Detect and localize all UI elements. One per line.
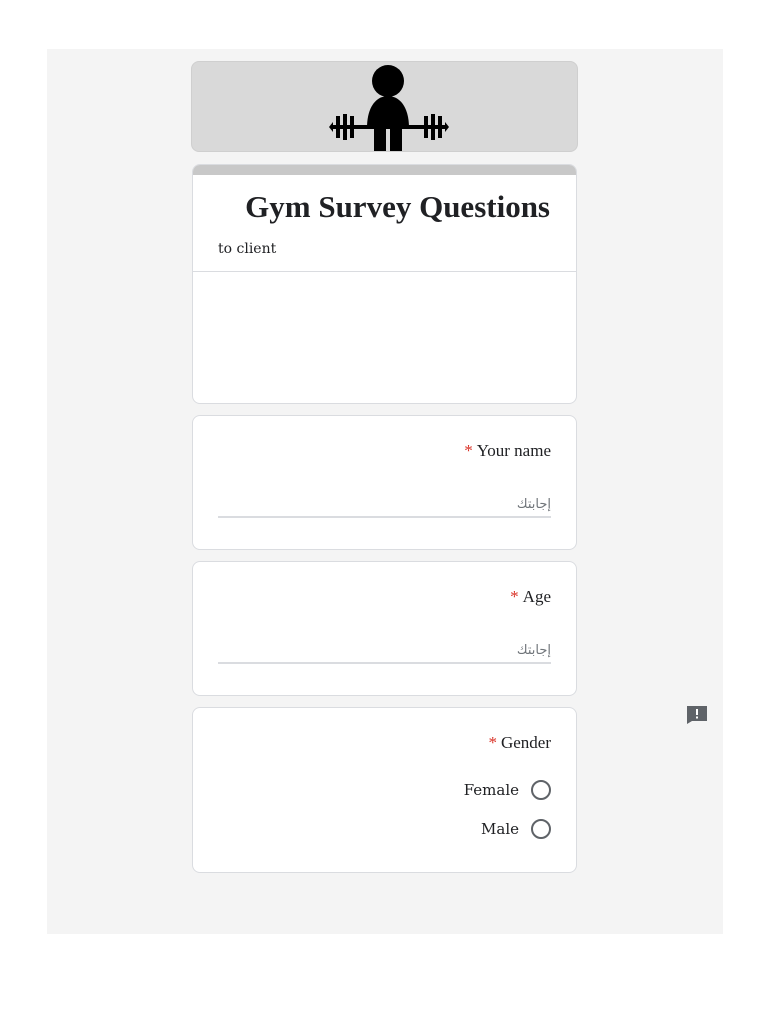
title-card-accent-strip — [193, 165, 576, 175]
question-title: * Your name — [464, 441, 551, 461]
form-title-card: Gym Survey Questions to client — [192, 164, 577, 404]
report-problem-icon[interactable] — [686, 705, 708, 725]
radio-button[interactable] — [531, 819, 551, 839]
header-banner — [191, 61, 578, 152]
title-divider — [193, 271, 576, 272]
radio-button[interactable] — [531, 780, 551, 800]
question-label: Your name — [476, 441, 551, 460]
option-label: Male — [481, 820, 519, 838]
question-label: Age — [522, 587, 551, 606]
required-marker: * — [488, 733, 497, 752]
question-title: * Gender — [488, 733, 551, 753]
age-answer-input[interactable] — [218, 638, 551, 664]
gender-option-female[interactable]: Female — [464, 780, 551, 800]
question-your-name: * Your name — [192, 415, 577, 550]
weightlifter-icon — [329, 65, 449, 151]
name-answer-input[interactable] — [218, 492, 551, 518]
option-label: Female — [463, 781, 519, 799]
question-label: Gender — [500, 733, 551, 752]
form-description: to client — [218, 241, 277, 257]
required-marker: * — [464, 441, 473, 460]
gender-option-male[interactable]: Male — [481, 819, 551, 839]
question-title: * Age — [510, 587, 551, 607]
form-title: Gym Survey Questions — [245, 189, 550, 224]
required-marker: * — [510, 587, 519, 606]
question-gender: * Gender Female Male — [192, 707, 577, 873]
question-age: * Age — [192, 561, 577, 696]
